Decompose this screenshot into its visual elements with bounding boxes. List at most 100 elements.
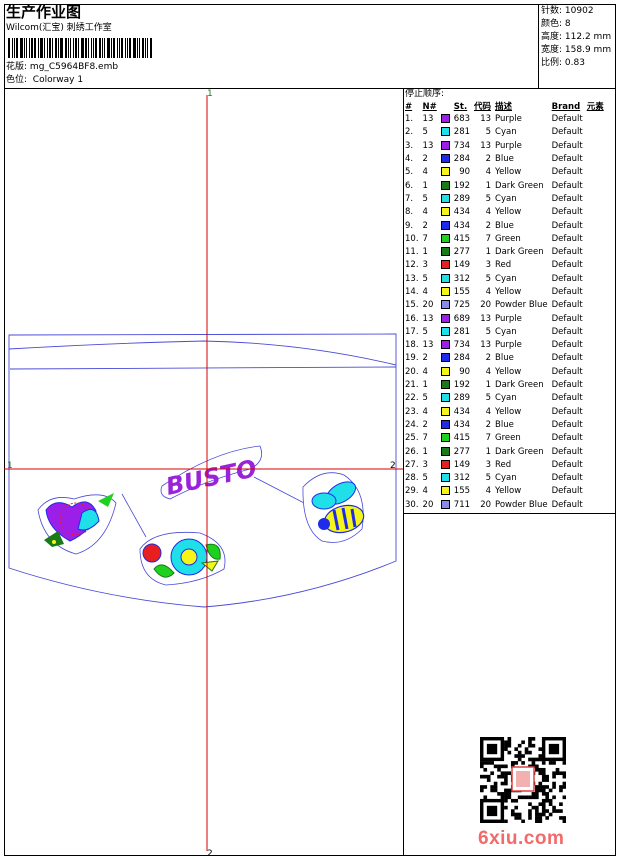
row-code: 4 [485, 287, 492, 297]
row-index: 29. [405, 486, 419, 497]
row-desc: Purple [495, 140, 522, 151]
row-element [585, 352, 606, 365]
row-stitches: 434 [453, 220, 471, 231]
row-needle: 1 [422, 247, 428, 258]
row-swatch [439, 246, 452, 259]
row-code: 1 [485, 380, 492, 391]
col-header-needle: N# [422, 102, 437, 112]
row-brand: Default [551, 207, 583, 218]
row-swatch [439, 366, 452, 379]
row-stitches: 711 [453, 499, 471, 510]
row-needle: 2 [422, 419, 428, 430]
row-stitches: 155 [453, 486, 471, 497]
row-desc: Dark Green [495, 180, 544, 191]
row-brand: Default [551, 193, 583, 204]
color-swatch [440, 247, 450, 257]
table-row: 21. 1 192 1 Dark Green Default [403, 379, 606, 392]
row-needle: 7 [422, 433, 428, 444]
row-code: 1 [485, 446, 492, 457]
stat-height: 高度: 112.2 mm [541, 32, 612, 42]
row-index: 24. [405, 419, 419, 430]
color-swatch [440, 154, 450, 164]
busto-lettering: BUSTO [160, 445, 263, 501]
row-code: 13 [480, 114, 492, 125]
table-row: 5. 4 90 4 Yellow Default [403, 166, 606, 179]
row-desc: Yellow [495, 207, 522, 218]
row-brand: Default [551, 473, 583, 484]
barcode-icon [8, 38, 153, 58]
row-brand: Default [551, 393, 583, 404]
row-brand: Default [551, 433, 583, 444]
file-info: 花版: mg_C5964BF8.emb [6, 62, 118, 73]
table-row: 2. 5 281 5 Cyan Default [403, 126, 606, 139]
row-index: 2. [405, 127, 414, 138]
file-label: 花版: [6, 62, 28, 72]
color-swatch [440, 419, 450, 429]
row-index: 23. [405, 406, 419, 417]
table-row: 30. 20 711 20 Powder Blue Default [403, 499, 606, 512]
col-header-code: 代码 [474, 102, 492, 112]
table-row: 7. 5 289 5 Cyan Default [403, 193, 606, 206]
file-name: mg_C5964BF8.emb [29, 62, 119, 72]
color-swatch [440, 499, 450, 509]
row-desc: Dark Green [495, 380, 544, 391]
row-index: 20. [405, 366, 419, 377]
col-header-element: 元素 [586, 102, 604, 112]
row-desc: Yellow [495, 167, 522, 178]
row-code: 3 [485, 459, 492, 470]
row-index: 10. [405, 233, 419, 244]
color-swatch [440, 393, 450, 403]
row-needle: 4 [422, 287, 428, 297]
table-row: 24. 2 434 2 Blue Default [403, 419, 606, 432]
divider [538, 4, 539, 88]
row-swatch [439, 326, 452, 339]
row-stitches: 149 [453, 260, 471, 271]
table-row: 12. 3 149 3 Red Default [403, 259, 606, 272]
row-desc: Cyan [495, 273, 517, 284]
row-brand: Default [551, 260, 583, 271]
page-title: 生产作业图 [6, 3, 82, 21]
row-element [585, 179, 606, 192]
row-brand: Default [551, 326, 583, 337]
row-desc: Powder Blue [495, 300, 548, 311]
row-code: 5 [485, 326, 492, 337]
row-stitches: 734 [453, 140, 471, 151]
row-brand: Default [551, 233, 583, 244]
row-element [585, 206, 606, 219]
row-index: 30. [405, 499, 419, 510]
row-code: 1 [485, 247, 492, 258]
color-swatch [440, 340, 450, 350]
table-row: 15. 20 725 20 Powder Blue Default [403, 299, 606, 312]
row-element [585, 273, 606, 286]
row-index: 25. [405, 433, 419, 444]
row-brand: Default [551, 167, 583, 178]
row-swatch [439, 166, 452, 179]
color-swatch [440, 167, 450, 177]
row-needle: 2 [422, 220, 428, 231]
flower-motif [139, 532, 226, 586]
row-swatch [439, 273, 452, 286]
row-stitches: 683 [453, 114, 471, 125]
row-index: 1. [405, 114, 414, 125]
row-needle: 4 [422, 167, 428, 178]
row-index: 3. [405, 140, 414, 151]
row-brand: Default [551, 300, 583, 311]
row-desc: Dark Green [495, 247, 544, 258]
row-code: 2 [485, 220, 492, 231]
row-index: 16. [405, 313, 419, 324]
row-swatch [439, 259, 452, 272]
row-swatch [439, 339, 452, 352]
table-row: 19. 2 284 2 Blue Default [403, 352, 606, 365]
axis-label-bottom: 2 [207, 849, 213, 856]
row-index: 9. [405, 220, 414, 231]
color-swatch [440, 459, 450, 469]
row-code: 5 [485, 193, 492, 204]
row-brand: Default [551, 154, 583, 165]
row-needle: 20 [422, 300, 434, 311]
row-desc: Green [495, 233, 521, 244]
col-header-swatch [439, 101, 452, 113]
row-stitches: 284 [453, 154, 471, 165]
row-brand: Default [551, 353, 583, 364]
row-needle: 5 [422, 393, 428, 404]
color-swatch [440, 193, 450, 203]
